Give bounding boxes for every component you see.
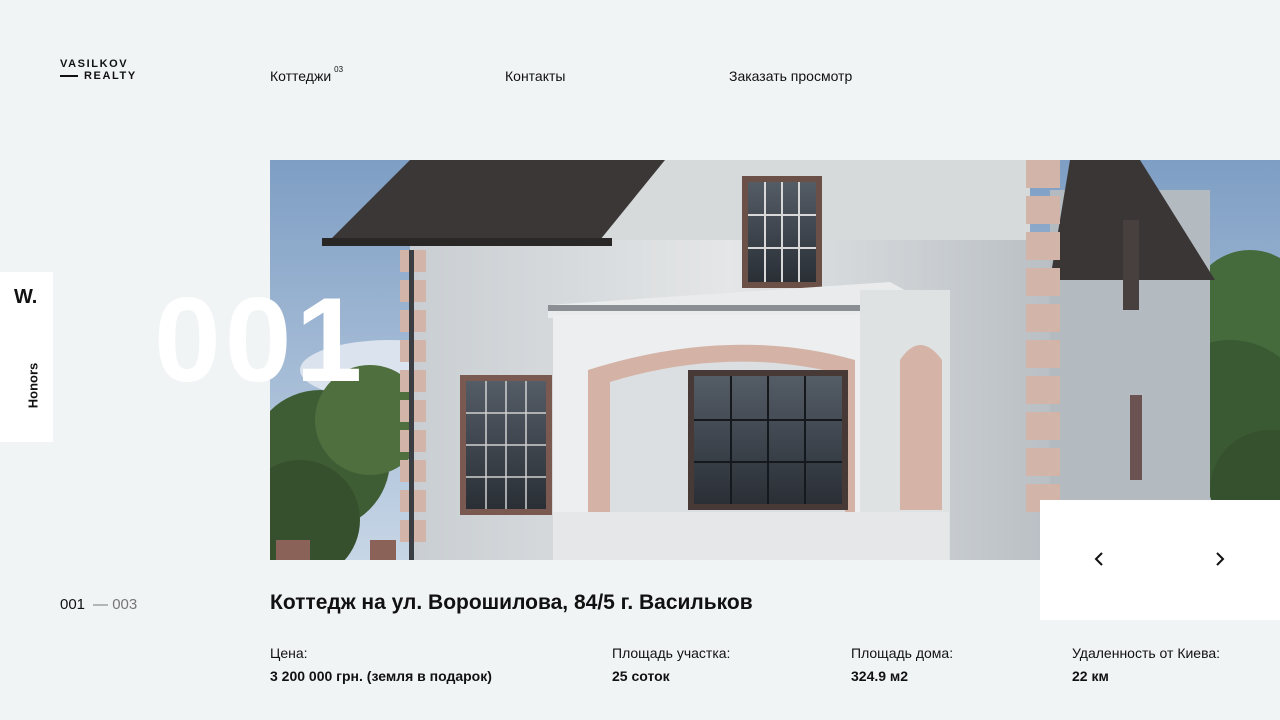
- slider-controls: [1040, 500, 1280, 620]
- spec-distance-value: 22 км: [1072, 668, 1109, 684]
- honors-badge: W.: [14, 286, 38, 308]
- slide-counter: 001 — 003: [60, 596, 137, 613]
- next-slide-button[interactable]: [1209, 549, 1229, 569]
- brand-line1: VASILKOV: [60, 58, 129, 70]
- spec-price-value: 3 200 000 грн. (земля в подарок): [270, 668, 492, 684]
- honors-label: Honors: [25, 362, 41, 409]
- spec-plot-area-value: 25 соток: [612, 668, 670, 684]
- chevron-right-icon: [1216, 552, 1225, 566]
- spec-price-label: Цена:: [270, 645, 308, 661]
- spec-plot-area-label: Площадь участка:: [612, 645, 731, 661]
- brand-logo[interactable]: VASILKOV REALTY: [60, 58, 137, 82]
- nav-cottages-count: 03: [334, 65, 344, 75]
- brand-dash: [60, 75, 78, 77]
- spec-distance-label: Удаленность от Киева:: [1072, 645, 1221, 661]
- slide-counter-total: — 003: [93, 596, 138, 613]
- listing-title: Коттедж на ул. Ворошилова, 84/5 г. Васил…: [270, 591, 753, 614]
- spec-house-area-label: Площадь дома:: [851, 645, 954, 661]
- nav-item-order-viewing[interactable]: Заказать просмотр: [729, 68, 852, 84]
- spec-house-area-value: 324.9 м2: [851, 668, 909, 684]
- nav-item-contacts[interactable]: Контакты: [505, 68, 565, 84]
- prev-slide-button[interactable]: [1090, 549, 1110, 569]
- slide-number-large: 001: [154, 273, 367, 407]
- spec-distance: Удаленность от Киева: 22 км: [1072, 645, 1220, 684]
- slide-counter-current: 001: [60, 596, 86, 613]
- spec-plot-area: Площадь участка: 25 соток: [612, 645, 730, 684]
- nav-cottages-label: Коттеджи: [270, 68, 332, 84]
- honors-side-tab[interactable]: W. Honors: [0, 272, 53, 442]
- brand-line2: REALTY: [84, 70, 137, 82]
- nav-item-cottages[interactable]: Коттеджи 03: [270, 65, 344, 84]
- spec-house-area: Площадь дома: 324.9 м2: [851, 645, 953, 684]
- spec-price: Цена: 3 200 000 грн. (земля в подарок): [270, 645, 492, 684]
- chevron-left-icon: [1094, 552, 1103, 566]
